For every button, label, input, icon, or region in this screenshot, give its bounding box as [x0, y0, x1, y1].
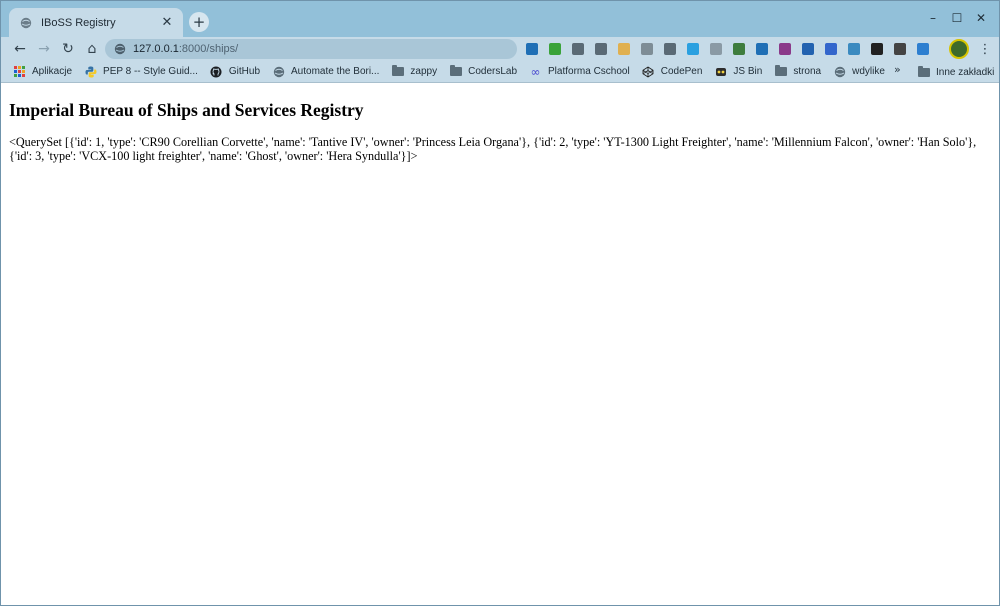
python-icon	[84, 65, 97, 78]
bookmark-aplikacje[interactable]: Aplikacje	[13, 62, 72, 82]
address-bar[interactable]: 127.0.0.1:8000/ships/	[105, 39, 517, 59]
grid-icon[interactable]	[845, 40, 863, 58]
github-icon	[210, 65, 223, 78]
page-title: Imperial Bureau of Ships and Services Re…	[9, 100, 364, 120]
toolbar: ← → ↻ ⌂ 127.0.0.1:8000/ships/ ⋮	[1, 37, 999, 61]
folder-icon	[449, 65, 462, 78]
bookmark-automate[interactable]: Automate the Bori...	[272, 62, 379, 82]
back-button[interactable]: ←	[9, 38, 31, 60]
bookmark-zappy[interactable]: zappy	[391, 62, 437, 82]
tab-iboss-registry[interactable]: IBoSS Registry ✕	[9, 8, 183, 37]
bookmarks-bar: Aplikacje PEP 8 -- Style Guid... GitHub …	[1, 61, 999, 83]
image-icon[interactable]	[891, 40, 909, 58]
bookmark-label: strona	[793, 66, 822, 77]
feather-icon[interactable]	[914, 40, 932, 58]
globe-icon	[19, 16, 33, 30]
trello-icon-2[interactable]	[753, 40, 771, 58]
box-icon[interactable]	[799, 40, 817, 58]
bookmark-jsbin[interactable]: JS Bin	[714, 62, 762, 82]
infinity-icon: ∞	[530, 64, 541, 79]
extensions-row	[523, 40, 932, 58]
folder-icon	[391, 65, 404, 78]
bookmark-label: zappy	[410, 66, 438, 77]
menu-icon[interactable]: ⋮	[977, 40, 993, 58]
bookmark-strona[interactable]: strona	[774, 62, 821, 82]
tab-strip: IBoSS Registry ✕ + – ☐ ✕	[1, 1, 999, 37]
reload-button[interactable]: ↻	[57, 38, 79, 60]
new-tab-button[interactable]: +	[189, 12, 209, 32]
browser-window: IBoSS Registry ✕ + – ☐ ✕ ← → ↻ ⌂ 127.0.0…	[0, 0, 1000, 606]
folder-icon	[774, 65, 787, 78]
bookmark-label: CodePen	[660, 66, 703, 77]
bookmarks-overflow-button[interactable]: »	[894, 63, 901, 76]
folder-icon	[917, 65, 930, 79]
bookmark-other-folder[interactable]: Inne zakładki	[917, 62, 994, 82]
leaf-icon[interactable]	[730, 40, 748, 58]
bookmark-label: Aplikacje	[32, 66, 73, 77]
codepen-icon	[642, 65, 655, 78]
globe-icon	[833, 65, 846, 78]
page-content: Imperial Bureau of Ships and Services Re…	[1, 84, 999, 605]
tab-title: IBoSS Registry	[41, 16, 116, 29]
minimize-button[interactable]: –	[921, 7, 945, 29]
bookmark-label: wdylike	[852, 66, 885, 77]
bookmark-label: GitHub	[228, 66, 261, 77]
url-path: :8000/ships/	[178, 43, 239, 55]
stripe-icon[interactable]	[615, 40, 633, 58]
site-info-icon[interactable]	[113, 42, 127, 56]
mask-icon[interactable]	[868, 40, 886, 58]
close-window-button[interactable]: ✕	[969, 7, 993, 29]
chart-icon[interactable]	[776, 40, 794, 58]
globe-icon	[272, 65, 285, 78]
kanban-icon[interactable]	[569, 40, 587, 58]
forward-button[interactable]: →	[33, 38, 55, 60]
window-controls: – ☐ ✕	[921, 7, 993, 29]
board-icon[interactable]	[592, 40, 610, 58]
plus-circle-icon[interactable]	[684, 40, 702, 58]
owl-icon[interactable]	[638, 40, 656, 58]
globe-icon[interactable]	[822, 40, 840, 58]
apps-icon	[13, 65, 26, 78]
bookmark-codepen[interactable]: CodePen	[642, 62, 703, 82]
bookmark-label: CodersLab	[468, 66, 518, 77]
maximize-button[interactable]: ☐	[945, 7, 969, 29]
dot-circle-icon[interactable]	[707, 40, 725, 58]
bookmark-label: Inne zakładki	[936, 66, 995, 78]
bookmark-pep8[interactable]: PEP 8 -- Style Guid...	[84, 62, 198, 82]
bookmark-label: Platforma Cschool	[548, 66, 630, 77]
refresh-green-icon[interactable]	[546, 40, 564, 58]
bookmark-wdylike[interactable]: wdylike	[833, 62, 885, 82]
tab-close-icon[interactable]: ✕	[159, 15, 175, 31]
bookmark-github[interactable]: GitHub	[210, 62, 260, 82]
bookmark-coderslab[interactable]: CodersLab	[449, 62, 517, 82]
url-host: 127.0.0.1	[133, 43, 179, 55]
jsbin-icon	[714, 65, 727, 78]
bookmark-label: PEP 8 -- Style Guid...	[103, 66, 198, 77]
bookmark-label: JS Bin	[733, 66, 763, 77]
bookmark-label: Automate the Bori...	[291, 66, 380, 77]
bookmark-platforma-cschool[interactable]: ∞ Platforma Cschool	[529, 62, 630, 82]
home-button[interactable]: ⌂	[81, 38, 103, 60]
pocket-icon[interactable]	[661, 40, 679, 58]
profile-avatar[interactable]	[949, 39, 969, 59]
trello-icon[interactable]	[523, 40, 541, 58]
queryset-output: <QuerySet [{'id': 1, 'type': 'CR90 Corel…	[9, 135, 977, 163]
